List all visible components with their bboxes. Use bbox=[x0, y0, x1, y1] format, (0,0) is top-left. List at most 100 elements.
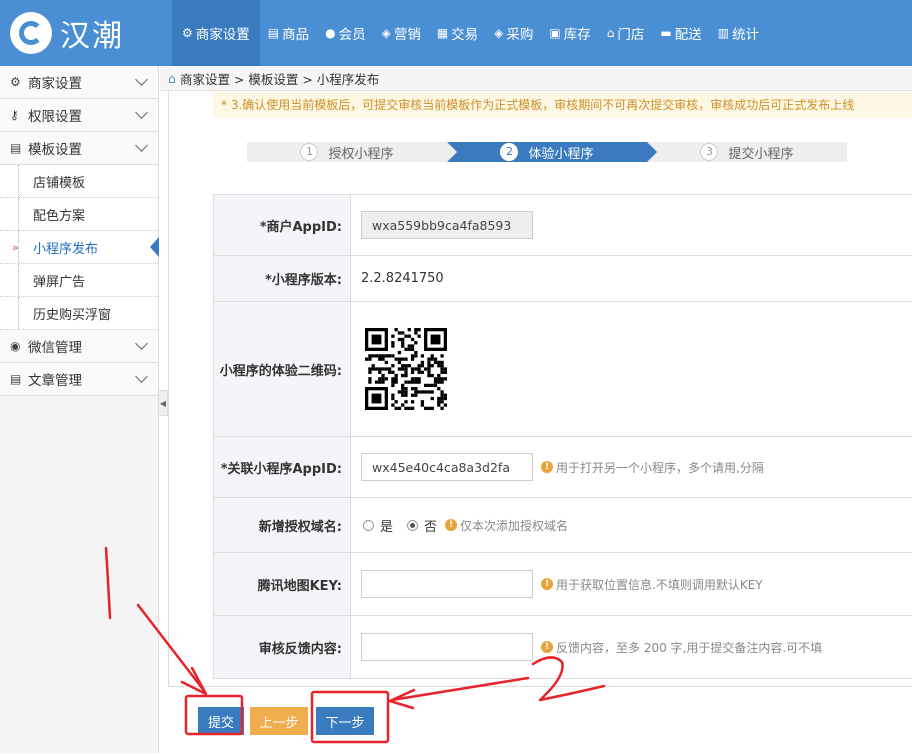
sidebar-item[interactable]: 历史购买浮窗 bbox=[0, 297, 158, 330]
step-number: 1 bbox=[300, 143, 319, 161]
feedback-label: 审核反馈内容: bbox=[213, 616, 351, 678]
sidebar-group[interactable]: ▤ 文章管理 bbox=[0, 363, 158, 396]
step-number: 3 bbox=[700, 143, 719, 161]
delivery-icon: ▬ bbox=[660, 26, 672, 40]
nav-label: 商家设置 bbox=[195, 27, 250, 43]
prev-step-button[interactable]: 上一步 bbox=[250, 707, 308, 735]
nav-item-2[interactable]: ▤ 商品 bbox=[260, 0, 317, 66]
nav-item-8[interactable]: ⌂ 门店 bbox=[599, 0, 653, 66]
nav-item-3[interactable]: ● 会员 bbox=[317, 0, 373, 66]
sidebar-item-label: 弹屏广告 bbox=[33, 274, 86, 290]
nav-label: 会员 bbox=[338, 27, 366, 43]
sidebar-item-label: 配色方案 bbox=[33, 208, 86, 224]
stock-icon: ▣ bbox=[549, 26, 561, 40]
version-label: *小程序版本: bbox=[213, 256, 351, 301]
nav-label: 交易 bbox=[451, 27, 479, 43]
store-icon: ⌂ bbox=[606, 26, 615, 40]
nav-item-10[interactable]: ▥ 统计 bbox=[710, 0, 767, 66]
brand-logo[interactable]: 汉潮 bbox=[0, 0, 170, 66]
sidebar-group-label: 模板设置 bbox=[28, 142, 82, 158]
nav-item-1[interactable]: ⚙ 商家设置 bbox=[172, 0, 260, 66]
nav-item-4[interactable]: ◈ 营销 bbox=[374, 0, 429, 66]
group-icon: ▤ bbox=[10, 372, 22, 386]
next-step-button[interactable]: 下一步 bbox=[316, 707, 374, 735]
sidebar-group-label: 文章管理 bbox=[28, 373, 82, 389]
sidebar-group-label: 商家设置 bbox=[28, 76, 82, 92]
top-navbar: 汉潮 ⚙ 商家设置 ▤ 商品 ● 会员 ◈ 营销 ▦ 交易 ◈ 采购 ▣ 库存 ⌂ 门店 ▬ 配送 ▥ 统计 bbox=[0, 0, 912, 66]
info-icon: ! bbox=[541, 461, 553, 473]
nav-label: 统计 bbox=[732, 27, 760, 43]
tree-line bbox=[18, 165, 19, 197]
active-arrow-icon: » bbox=[12, 240, 19, 254]
nav-label: 商品 bbox=[282, 27, 310, 43]
sidebar-item-label: 小程序发布 bbox=[33, 241, 99, 257]
linked-appid-label: *关联小程序AppID: bbox=[213, 437, 351, 497]
goods-icon: ▤ bbox=[267, 26, 280, 40]
sidebar-item[interactable]: » 小程序发布 bbox=[0, 231, 159, 264]
sidebar-group[interactable]: ▤ 模板设置 bbox=[0, 132, 158, 165]
row-linked-appid: *关联小程序AppID: wx45e40c4ca8a3d2fa ! 用于打开另一个… bbox=[213, 437, 912, 498]
row-version: *小程序版本: 2.2.8241750 bbox=[213, 256, 912, 302]
purchase-icon: ◈ bbox=[494, 26, 504, 40]
breadcrumb: ⌂ 商家设置 > 模板设置 > 小程序发布 bbox=[160, 66, 912, 91]
group-icon: ▤ bbox=[10, 141, 22, 155]
tree-line bbox=[18, 264, 19, 296]
map-key-input[interactable] bbox=[361, 570, 533, 598]
step-number: 2 bbox=[500, 143, 519, 161]
nav-item-6[interactable]: ◈ 采购 bbox=[486, 0, 541, 66]
domain-no-label[interactable]: 否 bbox=[424, 516, 437, 535]
member-icon: ● bbox=[325, 26, 336, 40]
nav-item-5[interactable]: ▦ 交易 bbox=[429, 0, 486, 66]
step-label: 体验小程序 bbox=[528, 146, 594, 162]
sidebar: ⚙ 商家设置 ⚷ 权限设置 ▤ 模板设置店铺模板配色方案 » 小程序发布弹屏广告历史购买浮窗 ◉… bbox=[0, 66, 159, 753]
chevron-down-icon bbox=[135, 370, 148, 383]
sidebar-group[interactable]: ⚷ 权限设置 bbox=[0, 99, 158, 132]
step-label: 授权小程序 bbox=[328, 146, 394, 162]
appid-label: *商户AppID: bbox=[213, 195, 351, 255]
brand-name: 汉潮 bbox=[60, 19, 124, 54]
sidebar-group-label: 微信管理 bbox=[28, 340, 82, 356]
row-qrcode: 小程序的体验二维码: bbox=[213, 302, 912, 437]
logo-icon bbox=[10, 12, 52, 54]
submit-button[interactable]: 提交 bbox=[198, 707, 244, 735]
tree-line bbox=[18, 297, 19, 329]
sidebar-item[interactable]: 配色方案 bbox=[0, 198, 158, 231]
version-value: 2.2.8241750 bbox=[361, 271, 444, 286]
sidebar-collapse-toggle[interactable]: ◀ bbox=[158, 390, 168, 416]
row-feedback: 审核反馈内容: ! 反馈内容，至多 200 字,用于提交备注内容.可不填 bbox=[213, 616, 912, 679]
home-icon[interactable]: ⌂ bbox=[168, 71, 176, 86]
domain-yes-radio[interactable] bbox=[363, 519, 374, 531]
feedback-input[interactable] bbox=[361, 633, 533, 661]
sidebar-item[interactable]: 弹屏广告 bbox=[0, 264, 158, 297]
sidebar-item[interactable]: 店铺模板 bbox=[0, 165, 158, 198]
domain-yes-label[interactable]: 是 bbox=[380, 516, 393, 535]
step-progress: 1 授权小程序 2 体验小程序 3 提交小程序 bbox=[247, 142, 847, 162]
trade-icon: ▦ bbox=[436, 26, 449, 40]
domain-no-radio[interactable] bbox=[407, 519, 419, 531]
sidebar-group[interactable]: ◉ 微信管理 bbox=[0, 330, 158, 363]
chevron-down-icon bbox=[135, 139, 148, 152]
qrcode-label: 小程序的体验二维码: bbox=[213, 302, 351, 436]
sidebar-group[interactable]: ⚙ 商家设置 bbox=[0, 66, 158, 99]
step-3: 3 提交小程序 bbox=[647, 142, 847, 162]
nav-item-9[interactable]: ▬ 配送 bbox=[652, 0, 709, 66]
linked-appid-hint: 用于打开另一个小程序，多个请用,分隔 bbox=[556, 460, 764, 475]
action-bar: 提交 上一步 下一步 bbox=[168, 686, 912, 754]
domain-label: 新增授权域名: bbox=[213, 498, 351, 552]
info-icon: ! bbox=[445, 519, 458, 531]
row-appid: *商户AppID: wxa559bb9ca4fa8593 bbox=[213, 195, 912, 256]
nav-item-7[interactable]: ▣ 库存 bbox=[541, 0, 598, 66]
row-map-key: 腾讯地图KEY: ! 用于获取位置信息.不填则调用默认KEY bbox=[213, 553, 912, 616]
linked-appid-input[interactable]: wx45e40c4ca8a3d2fa bbox=[361, 453, 533, 481]
domain-hint: 仅本次添加授权域名 bbox=[460, 518, 569, 533]
step-1: 1 授权小程序 bbox=[247, 142, 447, 162]
map-key-label: 腾讯地图KEY: bbox=[213, 553, 351, 615]
breadcrumb-text: 商家设置 > 模板设置 > 小程序发布 bbox=[179, 71, 380, 87]
main-content: * 3.确认使用当前模板后，可提交审核当前模板作为正式模板，审核期间不可再次提交… bbox=[168, 90, 912, 753]
map-key-hint: 用于获取位置信息.不填则调用默认KEY bbox=[556, 577, 763, 592]
info-icon: ! bbox=[541, 641, 553, 653]
row-domain: 新增授权域名: 是 否 ! 仅本次添加授权域名 bbox=[213, 498, 912, 553]
main-nav: ⚙ 商家设置 ▤ 商品 ● 会员 ◈ 营销 ▦ 交易 ◈ 采购 ▣ 库存 ⌂ 门店 ▬ 配送 ▥ 统计 bbox=[172, 0, 767, 66]
sidebar-item-label: 历史购买浮窗 bbox=[33, 307, 112, 323]
sidebar-item-label: 店铺模板 bbox=[33, 175, 86, 191]
